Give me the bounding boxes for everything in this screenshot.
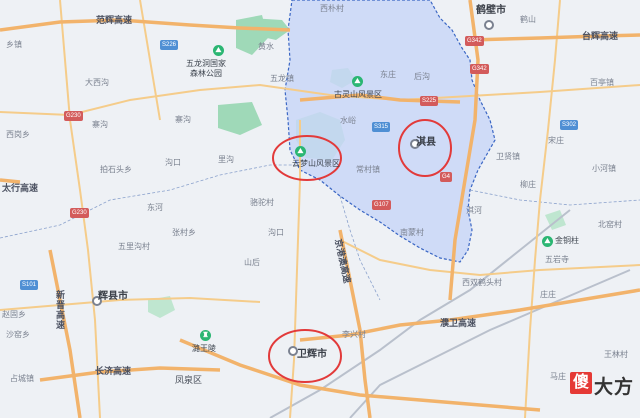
place-label: 西岗乡 <box>6 130 30 139</box>
road-badge-g342b: G342 <box>470 64 489 74</box>
city-label-hebi[interactable]: 鹤壁市 <box>476 6 506 16</box>
place-label: 东庄 <box>380 70 396 79</box>
place-label: 占城镇 <box>10 374 34 383</box>
place-label: 鹤山 <box>520 15 536 24</box>
place-label: 柳庄 <box>520 180 536 189</box>
road-badge-s315: S315 <box>372 122 391 132</box>
hw-label-fanhui: 范辉高速 <box>96 15 133 25</box>
road-badge-s226: S226 <box>160 40 179 50</box>
place-label: 沟口 <box>268 228 284 237</box>
scenic-label-jinzhu[interactable]: 金铜柱 <box>555 236 579 246</box>
place-label: 寨沟 <box>175 115 191 124</box>
place-label: 李兴村 <box>342 330 366 339</box>
city-label-weihui[interactable]: 卫辉市 <box>297 350 327 360</box>
scenic-label-yunmeng[interactable]: 云梦山风景区 <box>292 159 340 169</box>
scenic-label-wulongdong[interactable]: 五龙洞国家 森林公园 <box>186 59 226 79</box>
qixian-region[interactable] <box>284 0 496 263</box>
road-badge-g230a: G230 <box>64 111 83 121</box>
place-label: 寨沟 <box>92 120 108 129</box>
city-dot-hebi <box>484 20 494 30</box>
place-label: 北窑村 <box>598 220 622 229</box>
road-badge-s225: S225 <box>420 96 439 106</box>
road-badge-g342: G342 <box>465 36 484 46</box>
scenic-icon-guling[interactable]: ⛰ <box>352 76 363 87</box>
place-label: 东河 <box>147 203 163 212</box>
place-label: 常村镇 <box>356 165 380 174</box>
place-label: 庄庄 <box>540 290 556 299</box>
place-label: 南蒙村 <box>400 228 424 237</box>
place-label: 水峪 <box>340 116 356 125</box>
place-label: 凤泉区 <box>175 375 203 385</box>
place-label: 后沟 <box>414 72 430 81</box>
hw-label-taihui: 台辉高速 <box>582 31 619 41</box>
place-label: 山后 <box>244 258 260 267</box>
place-label: 五里沟村 <box>118 242 150 251</box>
road-badge-s101: S101 <box>20 280 39 290</box>
scenic-icon-yunmeng[interactable]: ⛰ <box>295 146 306 157</box>
road-badge-g4: G4 <box>440 172 453 182</box>
scenic-label-luwang[interactable]: 潞王陵 <box>192 344 216 354</box>
place-label: 王林村 <box>604 350 628 359</box>
place-label: 西朴村 <box>320 4 344 13</box>
road-badge-g107: G107 <box>372 200 391 210</box>
place-label: 马庄 <box>550 372 566 381</box>
place-label: 西双鹤头村 <box>462 278 502 287</box>
scenic-label-guling[interactable]: 古灵山风景区 <box>334 90 382 100</box>
hw-label-taihang: 太行高速 <box>2 183 39 193</box>
place-label: 沟口 <box>165 158 181 167</box>
hw-label-pujiao: 濮卫高速 <box>440 318 477 328</box>
place-label: 五岩寺 <box>545 255 569 264</box>
place-label: 大西沟 <box>85 78 109 87</box>
hw-label-changwei: 长济高速 <box>95 366 132 376</box>
scenic-icon-jinzhu[interactable]: ⛰ <box>542 236 553 247</box>
place-label: 张村乡 <box>172 228 196 237</box>
place-label: 里沟 <box>218 155 234 164</box>
place-label: 乡镇 <box>6 40 22 49</box>
place-label: 赵固乡 <box>2 310 26 319</box>
place-label: 卫贤镇 <box>496 152 520 161</box>
place-label: 骆驼村 <box>250 198 274 207</box>
place-label: 百亭镇 <box>590 78 614 87</box>
road-badge-g230b: G230 <box>70 208 89 218</box>
watermark-text: 大方 <box>594 377 635 398</box>
place-label: 宋庄 <box>548 136 564 145</box>
admin-boundaries <box>0 164 640 301</box>
place-label: 黄水 <box>258 42 274 51</box>
hw-label-xinhui: 新晋高速 <box>56 290 66 330</box>
place-label: 五龙镇 <box>270 74 294 83</box>
scenic-icon-wulongdong[interactable]: ⛰ <box>213 45 224 56</box>
city-label-qixian[interactable]: 淇县 <box>416 138 436 148</box>
city-label-huixian[interactable]: 辉县市 <box>98 292 128 302</box>
scenic-icon-luwang[interactable]: ♜ <box>200 330 211 341</box>
road-badge-s302: S302 <box>560 120 579 130</box>
place-label: 小河镇 <box>592 164 616 173</box>
map-view[interactable]: 范辉高速 太行高速 新晋高速 京港澳高速 濮卫高速 长济高速 台辉高速 G230… <box>0 0 640 418</box>
place-label: 淇河 <box>466 206 482 215</box>
place-label: 沙窑乡 <box>6 330 30 339</box>
place-label: 拍石头乡 <box>100 165 132 174</box>
watermark-logo: 傻 <box>570 372 592 394</box>
